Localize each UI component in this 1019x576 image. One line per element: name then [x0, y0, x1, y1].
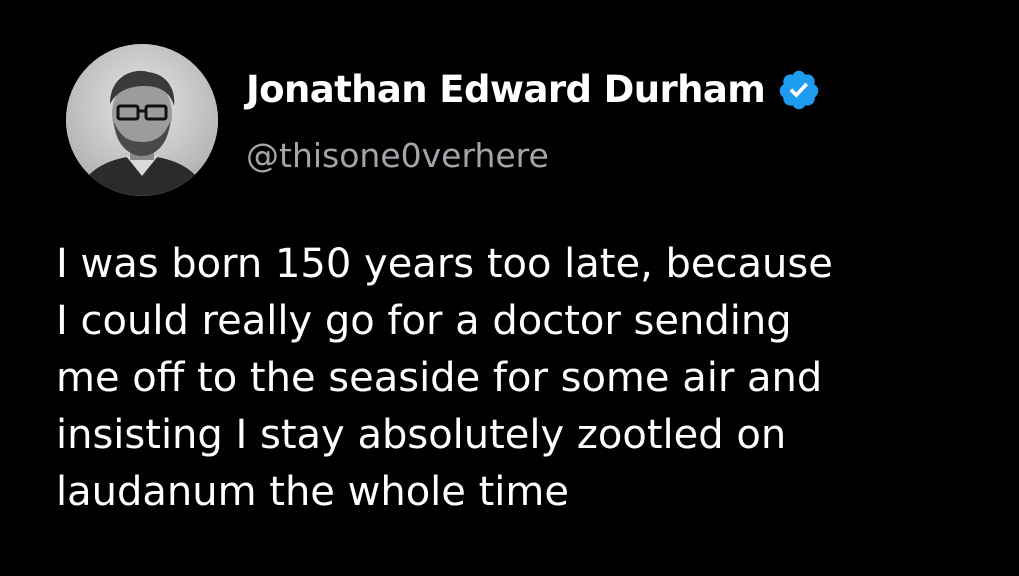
tweet-text-line: I was born 150 years too late, because [56, 241, 833, 287]
verified-badge-icon[interactable] [777, 68, 821, 112]
tweet-text-line: me off to the seaside for some air and [56, 355, 823, 401]
tweet-text-line: laudanum the whole time [56, 469, 569, 515]
tweet-text: I was born 150 years too late, because I… [56, 236, 996, 521]
profile-photo-icon [66, 44, 218, 196]
author-display-name[interactable]: Jonathan Edward Durham [246, 66, 766, 114]
tweet-card: Jonathan Edward Durham @thisone0verhere … [0, 0, 1019, 576]
author-name-row: Jonathan Edward Durham [246, 66, 821, 114]
avatar[interactable] [66, 44, 218, 196]
author-handle[interactable]: @thisone0verhere [246, 134, 549, 178]
tweet-text-line: insisting I stay absolutely zootled on [56, 412, 787, 458]
tweet-text-line: I could really go for a doctor sending [56, 298, 792, 344]
